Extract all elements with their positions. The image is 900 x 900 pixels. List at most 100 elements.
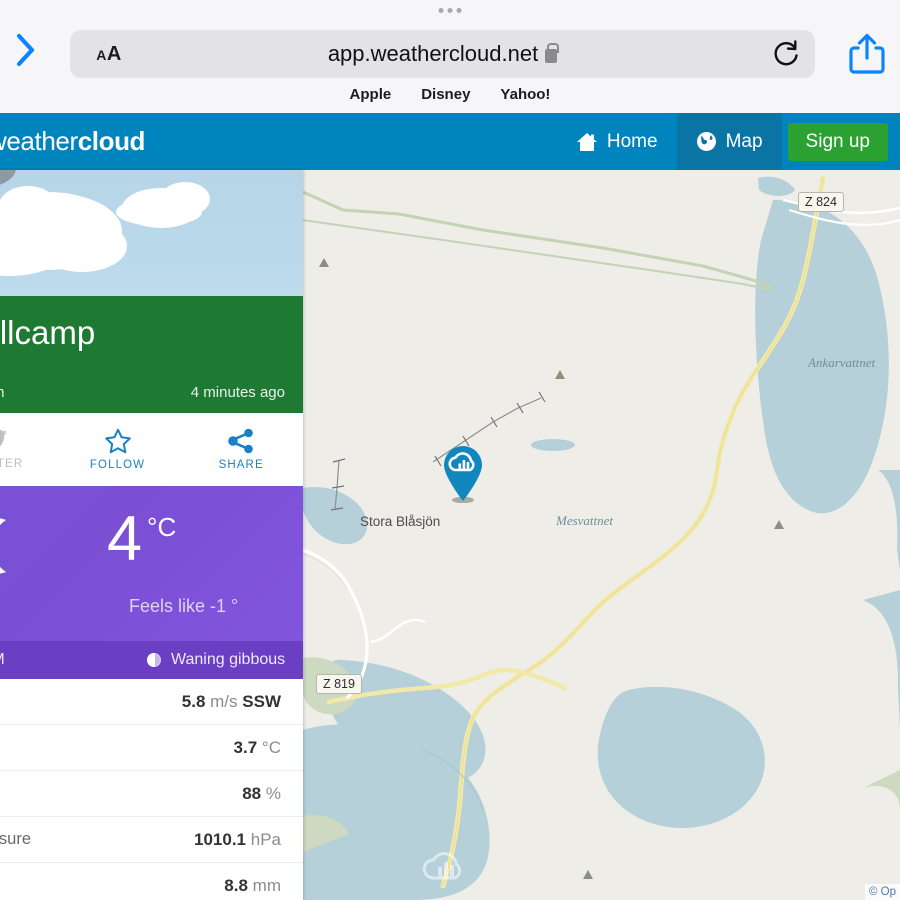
road-shield-z824: Z 824	[798, 192, 844, 212]
moon-phase-label: Waning gibbous	[171, 651, 286, 668]
row-number: 1010.1	[194, 829, 247, 849]
cloud-decor	[116, 198, 202, 226]
brand-bold: cloud	[77, 126, 146, 156]
table-row[interactable]: 5.8 m/s SSW	[0, 679, 303, 725]
bookmark-yahoo[interactable]: Yahoo!	[500, 86, 550, 103]
dark-cloud-decor	[0, 170, 16, 188]
action-twitter[interactable]: TWITTER	[0, 413, 56, 486]
row-unit: mm	[252, 875, 281, 895]
star-icon	[104, 428, 131, 454]
action-label-share: SHARE	[218, 459, 264, 471]
table-row[interactable]: 8.8 mm	[0, 863, 303, 900]
globe-icon	[696, 132, 716, 151]
share-icon	[849, 33, 885, 74]
twitter-icon	[0, 429, 7, 447]
web-page: weathercloud Home Map Sign up	[0, 113, 900, 900]
map-vector	[303, 170, 900, 900]
brand-light: weather	[0, 126, 78, 156]
moon-icon	[0, 518, 6, 574]
station-updated: 4 minutes ago	[190, 384, 285, 401]
station-hero-image	[0, 170, 303, 300]
table-row[interactable]: 88 %	[0, 771, 303, 817]
table-row[interactable]: c pressure 1010.1 hPa	[0, 817, 303, 863]
main-nav: Home Map Sign up	[557, 113, 900, 170]
moon-info-bar: :56 PM Waning gibbous	[0, 641, 303, 679]
condition-icon-wrapper	[0, 512, 28, 580]
row-unit: hPa	[250, 829, 281, 849]
home-icon	[576, 132, 597, 151]
map-label-stora-blasjon: Stora Blåsjön	[360, 514, 441, 529]
row-value: 3.7 °C	[234, 738, 281, 758]
row-unit: °C	[261, 737, 281, 757]
row-value: 1010.1 hPa	[194, 830, 281, 850]
action-label-twitter: TWITTER	[0, 458, 24, 470]
address-bar[interactable]: AA app.weathercloud.net	[70, 30, 815, 78]
temperature-value: 4	[107, 504, 143, 574]
url-text: app.weathercloud.net	[327, 41, 539, 66]
reload-button[interactable]	[769, 37, 805, 71]
map-canvas[interactable]: Ankarvattnet Mesvattnet Stora Blåsjön Z …	[303, 170, 900, 900]
station-panel: Fjällcamp ° E 0 m 4 minutes ago TWITTER …	[0, 170, 303, 900]
nav-item-home[interactable]: Home	[557, 113, 677, 170]
map-label-mesvattnet: Mesvattnet	[556, 513, 614, 528]
station-coords: ° E 0 m	[0, 384, 5, 401]
row-label: c pressure	[0, 830, 32, 848]
feels-like-label: Feels like -1 °	[129, 596, 239, 616]
row-value: 8.8 mm	[224, 876, 281, 896]
moon-phase-icon	[147, 653, 161, 667]
cloud-decor	[37, 220, 127, 272]
station-action-bar: TWITTER FOLLOW SHARE	[0, 413, 303, 486]
cloud-decor	[0, 186, 58, 230]
row-extra: SSW	[242, 691, 281, 711]
signup-button[interactable]: Sign up	[787, 122, 888, 161]
share-nodes-icon	[228, 428, 253, 454]
action-share[interactable]: SHARE	[179, 413, 303, 486]
row-number: 8.8	[224, 875, 248, 895]
action-follow[interactable]: FOLLOW	[56, 413, 180, 486]
moon-phase: Waning gibbous	[147, 651, 285, 669]
row-number: 88	[242, 783, 262, 803]
reload-icon	[774, 40, 798, 66]
lock-icon	[545, 42, 560, 63]
handle-dot	[447, 8, 453, 13]
bookmark-apple[interactable]: Apple	[350, 86, 392, 103]
station-marker[interactable]	[441, 445, 485, 504]
moon-time: :56 PM	[0, 651, 5, 669]
bookmarks-bar: Apple Disney Yahoo!	[0, 86, 900, 103]
browser-share-button[interactable]	[845, 30, 889, 78]
row-number: 5.8	[181, 691, 206, 711]
bookmark-disney[interactable]: Disney	[421, 86, 470, 103]
nav-item-map[interactable]: Map	[676, 113, 782, 170]
signup-wrapper: Sign up	[782, 113, 900, 170]
row-unit: m/s	[210, 691, 238, 711]
temperature-display: 4 °C	[107, 508, 176, 571]
station-name: Fjällcamp	[0, 314, 96, 351]
station-info-band: Fjällcamp ° E 0 m 4 minutes ago	[0, 298, 303, 413]
row-unit: %	[265, 783, 281, 803]
table-row[interactable]: e 3.7 °C	[0, 725, 303, 771]
map-label-ankarvattnet: Ankarvattnet	[808, 355, 876, 370]
url-display[interactable]: app.weathercloud.net	[70, 30, 815, 78]
nav-label-map: Map	[725, 130, 763, 152]
site-logo[interactable]: weathercloud	[0, 126, 145, 157]
row-value: 88 %	[242, 784, 281, 804]
temperature-unit: °C	[147, 512, 177, 542]
weathercloud-marker-icon	[444, 446, 482, 504]
chevron-right-icon	[16, 33, 35, 67]
action-label-follow: FOLLOW	[89, 459, 146, 471]
window-handle[interactable]	[438, 8, 462, 13]
row-number: 3.7	[233, 737, 258, 757]
weathercloud-watermark-icon	[422, 852, 462, 880]
handle-dot	[438, 8, 444, 13]
current-conditions-panel: ear 4 °C Feels like -1 °	[0, 486, 303, 641]
map-attribution[interactable]: © Op	[864, 884, 900, 900]
forward-button[interactable]	[8, 33, 44, 75]
browser-chrome: AA app.weathercloud.net Apple Disney Yah…	[0, 0, 900, 113]
measurements-list: 5.8 m/s SSW e 3.7 °C 88 % c	[0, 679, 303, 900]
road-shield-z819: Z 819	[316, 674, 362, 694]
handle-dot	[456, 8, 462, 13]
map-watermark	[416, 840, 478, 888]
site-header: weathercloud Home Map Sign up	[0, 113, 900, 170]
nav-label-home: Home	[606, 130, 658, 152]
row-value: 5.8 m/s SSW	[182, 692, 281, 712]
